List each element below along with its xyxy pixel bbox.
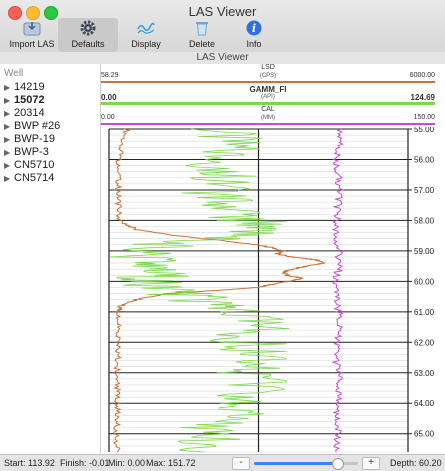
track-name: CAL bbox=[261, 106, 275, 113]
track-color-bar bbox=[101, 102, 435, 105]
well-item[interactable]: ▶ CN5714 bbox=[0, 172, 100, 185]
import-las-button[interactable]: Import LAS bbox=[2, 18, 62, 52]
title-bar: LAS Viewer Import LAS Defaults Display D… bbox=[0, 0, 445, 57]
well-label: 20314 bbox=[14, 107, 45, 119]
display-button[interactable]: Display bbox=[116, 18, 176, 52]
depth-tick-label: 62.00 bbox=[414, 338, 435, 347]
depth-slider-fill bbox=[254, 462, 338, 465]
log-plot[interactable]: LSD 58.29 (CPS) 6000.00 GAMM_FI 0.00 (API) 124.… bbox=[101, 64, 445, 454]
track-color-bar bbox=[101, 123, 435, 125]
well-item[interactable]: ▶ BWP-3 bbox=[0, 146, 100, 159]
track-unit: (CPS) bbox=[259, 73, 277, 79]
disclosure-triangle-icon[interactable]: ▶ bbox=[4, 172, 10, 185]
disclosure-triangle-icon[interactable]: ▶ bbox=[4, 146, 10, 159]
info-button[interactable]: i Info bbox=[224, 18, 284, 52]
well-list: Well ▶ 14219 ▶ 15072 ▶ 20314 ▶ BWP #26 ▶ BWP-19 ▶ B… bbox=[0, 64, 101, 454]
track-header: CAL 0.00 (MM) 150.00 bbox=[101, 106, 435, 127]
well-item[interactable]: ▶ CN5710 bbox=[0, 159, 100, 172]
track-name: LSD bbox=[261, 64, 275, 71]
well-label: CN5710 bbox=[14, 159, 55, 171]
info-icon: i bbox=[224, 18, 284, 38]
well-item[interactable]: ▶ 15072 bbox=[0, 94, 100, 107]
well-item[interactable]: ▶ BWP-19 bbox=[0, 133, 100, 146]
finish-readout: Finish: -0.01 bbox=[60, 458, 110, 468]
depth-tick-label: 63.00 bbox=[414, 369, 435, 378]
well-item[interactable]: ▶ 14219 bbox=[0, 81, 100, 94]
depth-increment-button[interactable]: + bbox=[362, 457, 380, 470]
delete-button[interactable]: Delete bbox=[172, 18, 232, 52]
well-label: BWP #26 bbox=[14, 120, 61, 132]
defaults-button[interactable]: Defaults bbox=[58, 18, 118, 52]
track-header: LSD 58.29 (CPS) 6000.00 bbox=[101, 64, 435, 85]
depth-tick-label: 64.00 bbox=[414, 399, 435, 408]
well-item[interactable]: ▶ 20314 bbox=[0, 107, 100, 120]
track-color-bar bbox=[101, 81, 435, 83]
log-chart: 55.00 56.00 57.00 58.00 59.00 60.00 61.00 62.00… bbox=[108, 127, 435, 453]
well-label: CN5714 bbox=[14, 172, 55, 184]
depth-tick-label: 61.00 bbox=[414, 308, 435, 317]
track-max: 6000.00 bbox=[409, 72, 435, 79]
track-name: GAMM_FI bbox=[249, 85, 287, 94]
depth-tick-label: 58.00 bbox=[414, 216, 435, 225]
status-bar: Start: 113.92 Finish: -0.01 Min: 0.00 Ma… bbox=[0, 454, 445, 471]
depth-readout: Depth: 60.20 bbox=[390, 458, 442, 468]
track-unit: (API) bbox=[261, 94, 275, 100]
well-item[interactable]: ▶ BWP #26 bbox=[0, 120, 100, 133]
well-list-header: Well bbox=[4, 68, 24, 79]
track-header: GAMM_FI 0.00 (API) 124.69 bbox=[101, 85, 435, 106]
depth-slider[interactable] bbox=[254, 458, 358, 470]
depth-tick-label: 65.00 bbox=[414, 430, 435, 439]
start-readout: Start: 113.92 bbox=[4, 458, 55, 468]
depth-decrement-button[interactable]: - bbox=[232, 457, 250, 470]
depth-tick-label: 59.00 bbox=[414, 247, 435, 256]
waveform-icon bbox=[116, 18, 176, 38]
depth-tick-label: 57.00 bbox=[414, 186, 435, 195]
gear-icon bbox=[58, 18, 118, 38]
min-readout: Min: 0.00 bbox=[108, 458, 146, 468]
max-readout: Max: 151.72 bbox=[146, 458, 196, 468]
track-unit: (MM) bbox=[261, 115, 275, 121]
import-icon bbox=[2, 18, 62, 38]
depth-tick-label: 55.00 bbox=[414, 127, 435, 134]
track-max: 150.00 bbox=[413, 114, 435, 121]
well-label: 14219 bbox=[14, 81, 45, 93]
well-label: BWP-3 bbox=[14, 146, 49, 158]
disclosure-triangle-icon[interactable]: ▶ bbox=[4, 133, 10, 146]
well-label: 15072 bbox=[14, 94, 45, 106]
svg-text:i: i bbox=[252, 22, 256, 35]
disclosure-triangle-icon[interactable]: ▶ bbox=[4, 120, 10, 133]
disclosure-triangle-icon[interactable]: ▶ bbox=[4, 159, 10, 172]
depth-tick-label: 56.00 bbox=[414, 155, 435, 164]
depth-slider-knob[interactable] bbox=[332, 458, 345, 470]
depth-tick-label: 60.00 bbox=[414, 277, 435, 286]
well-label: BWP-19 bbox=[14, 133, 55, 145]
track-max: 124.69 bbox=[410, 93, 435, 102]
disclosure-triangle-icon[interactable]: ▶ bbox=[4, 107, 10, 120]
window-title: LAS Viewer bbox=[188, 4, 257, 19]
disclosure-triangle-icon[interactable]: ▶ bbox=[4, 81, 10, 94]
disclosure-triangle-icon[interactable]: ▶ bbox=[4, 94, 10, 107]
trash-icon bbox=[172, 18, 232, 38]
